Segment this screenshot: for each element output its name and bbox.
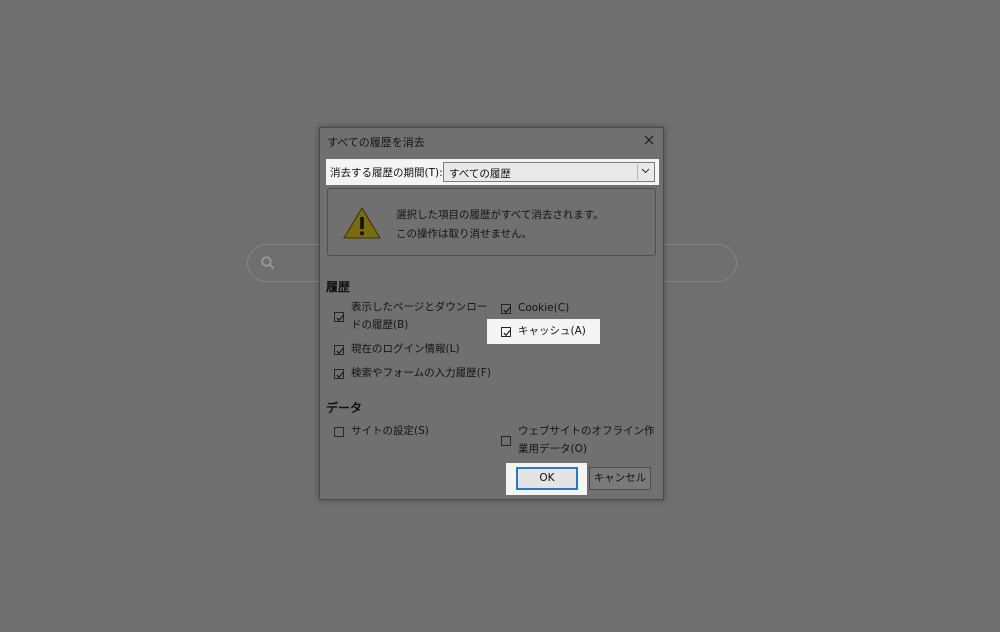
warning-line-1: 選択した項目の履歴がすべて消去されます。 bbox=[396, 209, 604, 221]
checkbox-box[interactable] bbox=[501, 327, 511, 337]
history-section-title: 履歴 bbox=[326, 280, 351, 294]
data-section-title: データ bbox=[326, 401, 363, 415]
checkbox-label: 検索やフォームの入力履歴(F) bbox=[351, 367, 491, 379]
check-icon bbox=[336, 314, 344, 322]
time-range-value: すべての履歴 bbox=[449, 168, 511, 180]
checkbox-box[interactable] bbox=[501, 304, 511, 314]
ok-button[interactable]: OK bbox=[516, 467, 578, 490]
dialog-titlebar: すべての履歴を消去 bbox=[320, 128, 663, 154]
check-icon bbox=[336, 371, 344, 379]
check-icon bbox=[503, 329, 511, 337]
cancel-button[interactable]: キャンセル bbox=[589, 467, 651, 490]
clear-history-dialog: すべての履歴を消去 消去する履歴の期間(T): すべての履歴 選択した項目の履歴… bbox=[319, 127, 664, 500]
close-icon[interactable] bbox=[639, 130, 659, 150]
checkbox-label: キャッシュ(A) bbox=[518, 325, 586, 337]
checkbox-box[interactable] bbox=[501, 436, 511, 446]
checkbox-label: Cookie(C) bbox=[518, 302, 570, 314]
checkbox-label: サイトの設定(S) bbox=[351, 425, 429, 437]
checkbox-label: ウェブサイトのオフライン作 bbox=[518, 425, 655, 437]
check-icon bbox=[503, 306, 511, 314]
checkbox-box[interactable] bbox=[334, 427, 344, 437]
warning-icon bbox=[343, 207, 381, 239]
checkbox-box[interactable] bbox=[334, 312, 344, 322]
checkbox-box[interactable] bbox=[334, 345, 344, 355]
checkbox-label-line2: 業用データ(O) bbox=[518, 443, 587, 455]
warning-box: 選択した項目の履歴がすべて消去されます。 この操作は取り消せません。 bbox=[327, 188, 656, 256]
checkbox-label-line2: ドの履歴(B) bbox=[351, 319, 409, 331]
time-range-select[interactable]: すべての履歴 bbox=[443, 162, 655, 182]
time-range-label: 消去する履歴の期間(T): bbox=[330, 167, 443, 179]
checkbox-label: 現在のログイン情報(L) bbox=[351, 343, 460, 355]
search-icon bbox=[261, 256, 275, 270]
select-arrow bbox=[637, 164, 653, 180]
checkbox-box[interactable] bbox=[334, 369, 344, 379]
time-range-row: 消去する履歴の期間(T): すべての履歴 bbox=[326, 159, 659, 185]
check-icon bbox=[336, 347, 344, 355]
dialog-title: すべての履歴を消去 bbox=[327, 136, 425, 149]
checkbox-label: 表示したページとダウンロー bbox=[351, 301, 488, 313]
warning-line-2: この操作は取り消せません。 bbox=[396, 228, 533, 240]
chevron-down-icon bbox=[641, 168, 650, 174]
